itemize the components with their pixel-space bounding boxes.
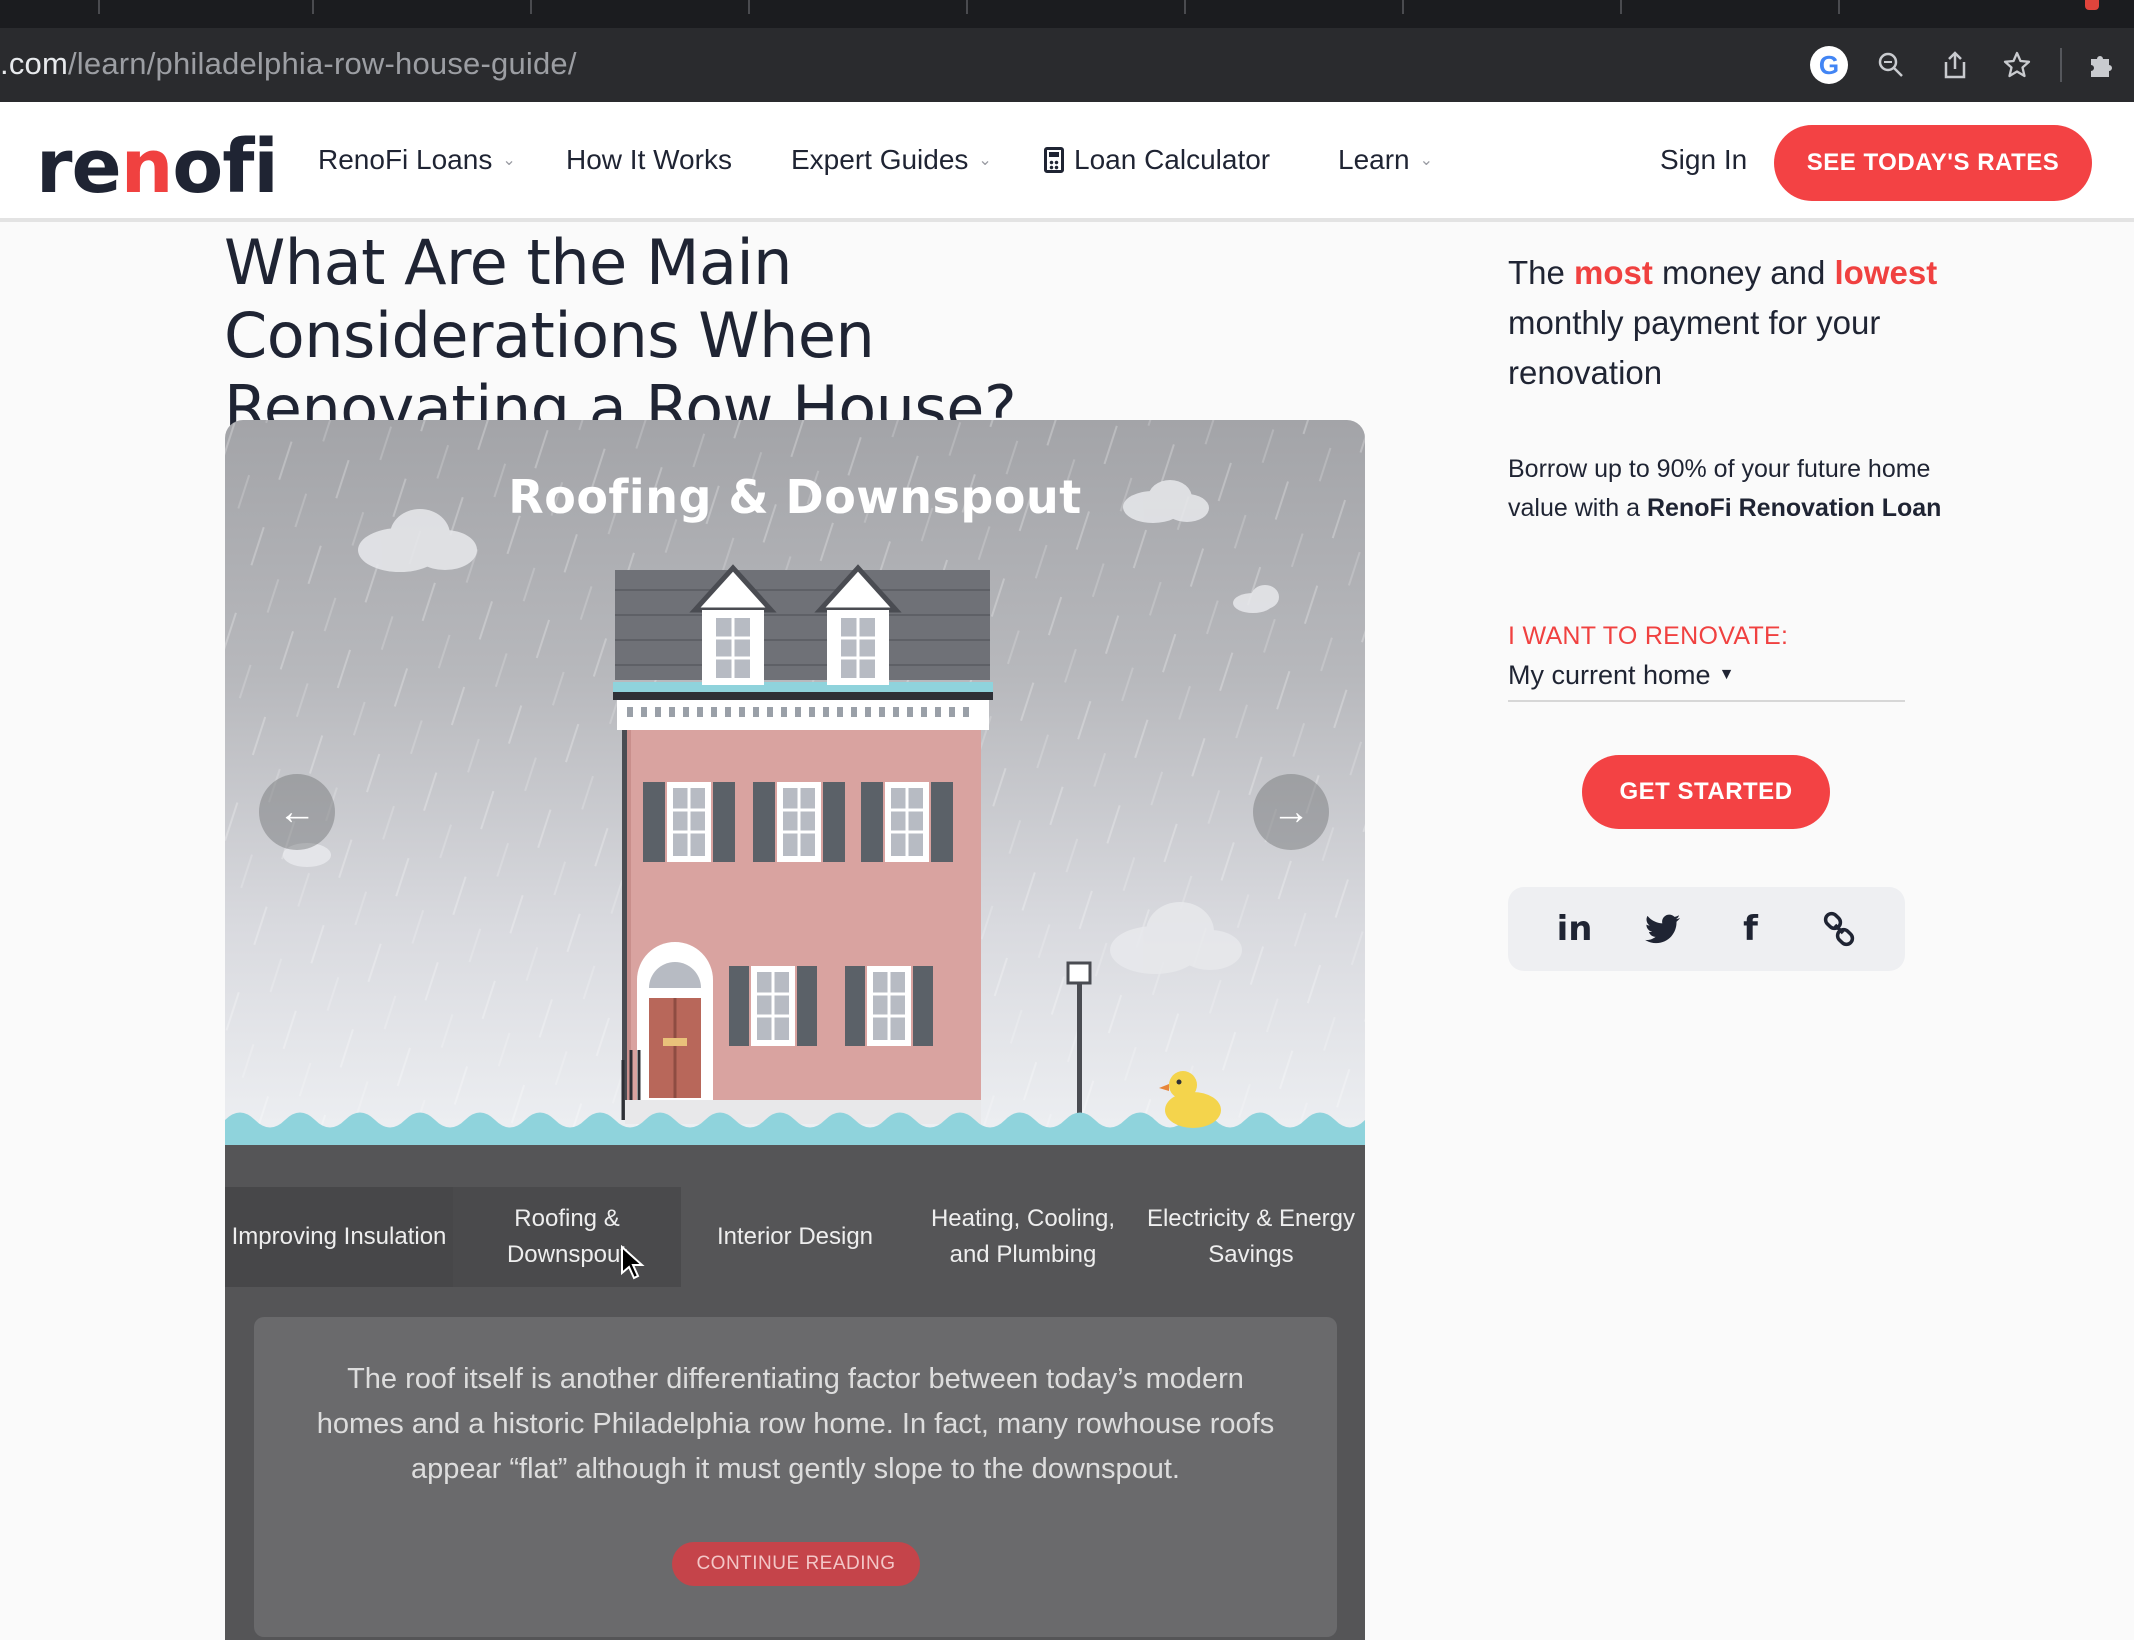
sign-in-link[interactable]: Sign In — [1660, 144, 1747, 176]
logo-text: re — [36, 124, 122, 210]
nav-label: Expert Guides — [791, 144, 969, 175]
tab-separator — [530, 0, 532, 14]
tab-label: Interior Design — [716, 1223, 874, 1250]
nav-expert-guides[interactable]: Expert Guides ⌄ — [791, 144, 992, 176]
tab-separator — [966, 0, 968, 14]
excerpt-text: The roof itself is another differentiati… — [316, 1363, 1275, 1485]
toolbar-divider — [2060, 48, 2062, 82]
tab-separator — [1838, 0, 1840, 14]
tab-label: Improving Insulation — [231, 1223, 447, 1250]
chevron-down-icon: ⌄ — [502, 152, 516, 169]
renovate-select[interactable]: My current home ▼ — [1508, 660, 1905, 702]
chevron-down-icon: ⌄ — [1419, 152, 1434, 169]
facebook-icon[interactable]: f — [1731, 909, 1771, 949]
sidebar-headline: The most money and lowest monthly paymen… — [1508, 248, 1948, 398]
url-host: .com — [0, 46, 68, 81]
tab-separator — [1620, 0, 1622, 14]
nav-label: Learn — [1338, 144, 1410, 175]
headline-text: money and — [1652, 254, 1835, 291]
excerpt-card: The roof itself is another differentiati… — [254, 1317, 1337, 1637]
calculator-icon — [1044, 147, 1064, 173]
logo-accent-letter: n — [120, 124, 174, 210]
tab-separator — [1402, 0, 1404, 14]
url-field[interactable]: .com/learn/philadelphia-row-house-guide/ — [0, 46, 577, 82]
nav-how-it-works[interactable]: How It Works — [566, 144, 732, 176]
share-page-icon[interactable] — [1936, 46, 1974, 84]
mouse-cursor-icon — [621, 1245, 645, 1280]
bookmark-star-icon[interactable] — [1998, 46, 2036, 84]
tab-electricity-energy[interactable]: Electricity & Energy Savings — [1137, 1187, 1365, 1287]
chevron-down-icon: ⌄ — [978, 152, 992, 169]
see-todays-rates-button[interactable]: SEE TODAY'S RATES — [1774, 125, 2092, 201]
link-icon[interactable] — [1819, 909, 1859, 949]
slider-next-button[interactable]: → — [1253, 774, 1329, 850]
article-title: What Are the Main Considerations When Re… — [224, 226, 1017, 445]
get-started-button[interactable]: GET STARTED — [1582, 755, 1830, 829]
headline-highlight: lowest — [1834, 254, 1938, 291]
continue-reading-button[interactable]: CONTINUE READING — [672, 1542, 920, 1586]
tab-label: Heating, Cooling, and Plumbing — [930, 1205, 1116, 1268]
tab-label: Electricity & Energy Savings — [1146, 1205, 1356, 1268]
url-path: /learn/philadelphia-row-house-guide/ — [67, 46, 577, 81]
tab-separator — [748, 0, 750, 14]
headline-highlight: most — [1574, 254, 1653, 291]
site-header: renofi RenoFi Loans ⌄ How It Works Expert… — [0, 102, 2134, 222]
headline-text: The — [1508, 254, 1575, 291]
twitter-icon[interactable] — [1643, 909, 1683, 949]
tab-interior-design[interactable]: Interior Design — [681, 1187, 909, 1287]
nav-label: RenoFi Loans — [318, 144, 493, 175]
sidebar-body: Borrow up to 90% of your future home val… — [1508, 450, 1948, 528]
nav-loan-calculator[interactable]: Loan Calculator — [1044, 144, 1270, 176]
nav-learn[interactable]: Learn ⌄ — [1338, 144, 1433, 176]
nav-renofi-loans[interactable]: RenoFi Loans ⌄ — [318, 144, 516, 176]
notification-indicator — [2085, 0, 2099, 10]
logo-text: ofi — [172, 124, 278, 210]
tab-label: Roofing & Downspout — [506, 1205, 628, 1268]
body-bold-text: RenoFi Renovation Loan — [1646, 494, 1942, 522]
linkedin-icon[interactable]: in — [1555, 909, 1595, 949]
google-icon[interactable]: G — [1810, 46, 1848, 84]
nav-label: Loan Calculator — [1074, 144, 1271, 175]
caret-down-icon: ▼ — [1718, 666, 1735, 683]
tab-separator — [98, 0, 100, 14]
arrow-right-icon: → — [1272, 790, 1310, 833]
tab-separator — [1184, 0, 1186, 14]
slide-title: Roofing & Downspout — [508, 470, 1082, 524]
row-house-illustration — [225, 480, 1365, 1145]
tab-roofing-downspout[interactable]: Roofing & Downspout — [453, 1187, 681, 1287]
nav-label: How It Works — [566, 144, 732, 175]
browser-tab-strip[interactable] — [0, 0, 2134, 28]
arrow-left-icon: ← — [278, 790, 316, 833]
extensions-puzzle-icon[interactable] — [2082, 46, 2120, 84]
renovate-selected-value: My current home — [1508, 660, 1711, 690]
zoom-icon[interactable] — [1872, 46, 1910, 84]
tab-separator — [312, 0, 314, 14]
tab-heating-cooling-plumbing[interactable]: Heating, Cooling, and Plumbing — [909, 1187, 1137, 1287]
tab-improving-insulation[interactable]: Improving Insulation — [225, 1187, 453, 1287]
share-bar: in f — [1508, 887, 1905, 971]
renofi-logo[interactable]: renofi — [36, 124, 279, 210]
image-slider[interactable]: Roofing & Downspout ← → — [225, 420, 1365, 1145]
renovate-label: I WANT TO RENOVATE: — [1508, 622, 1789, 650]
slider-prev-button[interactable]: ← — [259, 774, 335, 850]
headline-text: monthly payment for your renovation — [1508, 304, 1881, 391]
